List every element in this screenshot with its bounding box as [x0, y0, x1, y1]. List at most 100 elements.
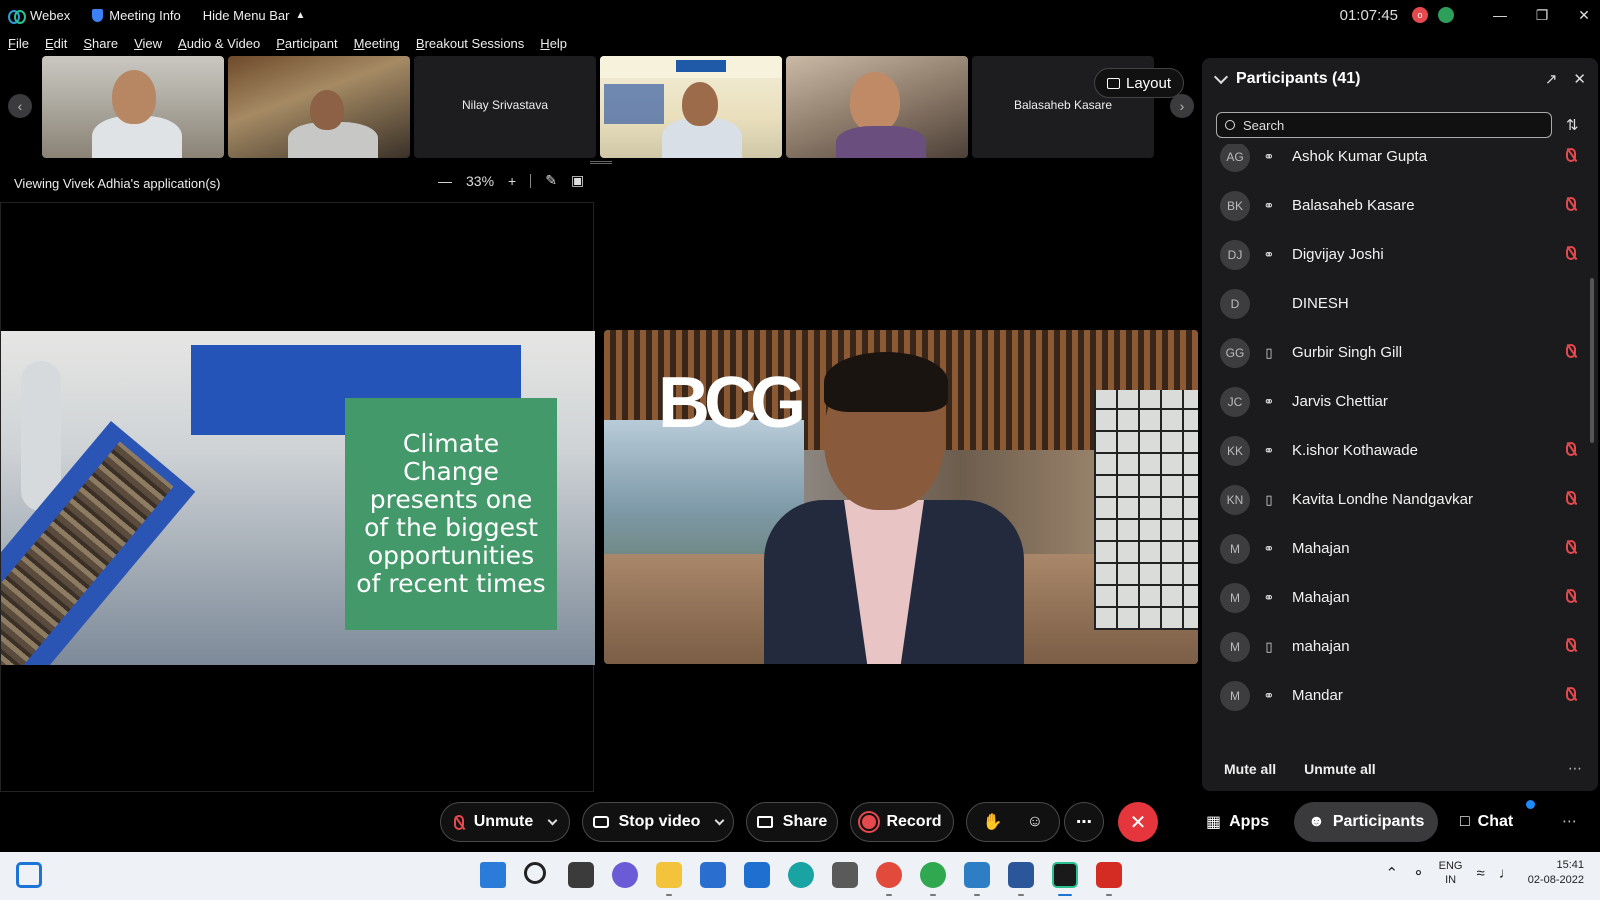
menu-participant[interactable]: Participant	[276, 36, 337, 51]
menu-meeting[interactable]: Meeting	[354, 36, 400, 51]
participant-row[interactable]: M ⚭ Mahajan	[1220, 573, 1580, 622]
word-icon[interactable]	[1008, 862, 1034, 888]
unmute-all-button[interactable]: Unmute all	[1304, 761, 1376, 777]
participant-row[interactable]: DJ ⚭ Digvijay Joshi	[1220, 230, 1580, 279]
teams-chat-icon[interactable]	[612, 862, 638, 888]
raise-hand-icon[interactable]: ✋	[983, 812, 1003, 832]
mic-muted-tray-icon[interactable]: ⚬	[1412, 864, 1425, 882]
participant-row[interactable]: KK ⚭ K.ishor Kothawade	[1220, 426, 1580, 475]
mute-all-button[interactable]: Mute all	[1224, 761, 1276, 777]
acrobat-icon[interactable]	[1096, 862, 1122, 888]
mic-muted-icon[interactable]	[1566, 687, 1576, 701]
share-view-icon[interactable]: ▣	[571, 172, 584, 189]
participant-thumbnail[interactable]	[42, 56, 224, 158]
menu-edit[interactable]: Edit	[45, 36, 67, 51]
unmute-button[interactable]: Unmute	[440, 802, 570, 842]
file-explorer-icon[interactable]	[656, 862, 682, 888]
system-clock[interactable]: 15:41 02-08-2022	[1528, 858, 1584, 888]
strip-prev-button[interactable]: ‹	[8, 94, 32, 118]
webex-app[interactable]: Webex	[8, 8, 70, 24]
more-panels-icon[interactable]: ⋯	[1562, 812, 1577, 830]
participant-row[interactable]: M ▯ mahajan	[1220, 622, 1580, 671]
menu-help[interactable]: Help	[540, 36, 567, 51]
webex-taskbar-icon[interactable]	[1052, 862, 1078, 888]
paint-icon[interactable]	[876, 862, 902, 888]
close-window-button[interactable]: ✕	[1568, 0, 1600, 30]
wifi-icon[interactable]: ≈	[1476, 865, 1484, 882]
participant-thumbnail[interactable]	[786, 56, 968, 158]
menu-file[interactable]: File	[8, 36, 29, 51]
sort-icon[interactable]: ⇅	[1566, 116, 1579, 134]
camera-app-icon[interactable]	[832, 862, 858, 888]
mic-muted-icon[interactable]	[1566, 148, 1576, 162]
apps-button[interactable]: ▦ Apps	[1192, 802, 1283, 842]
stop-video-button[interactable]: Stop video	[582, 802, 734, 842]
participant-search-input[interactable]: Search	[1216, 112, 1552, 138]
menu-audio-video[interactable]: Audio & Video	[178, 36, 260, 51]
active-speaker-video[interactable]: BCG	[604, 330, 1198, 664]
mic-muted-icon[interactable]	[1566, 589, 1576, 603]
more-options-button[interactable]: ⋯	[1064, 802, 1104, 842]
restore-button[interactable]: ❐	[1526, 0, 1558, 30]
participant-row[interactable]: AG ⚭ Ashok Kumar Gupta	[1220, 144, 1580, 181]
menu-breakout-sessions[interactable]: Breakout Sessions	[416, 36, 524, 51]
mic-muted-icon[interactable]	[1566, 197, 1576, 211]
mic-muted-icon[interactable]	[1566, 638, 1576, 652]
chevron-up-icon[interactable]: ⌃	[1385, 864, 1398, 882]
participant-row[interactable]: BK ⚭ Balasaheb Kasare	[1220, 181, 1580, 230]
chevron-down-icon[interactable]	[714, 815, 725, 825]
layout-button[interactable]: Layout	[1094, 68, 1185, 98]
volume-icon[interactable]: ♩	[1499, 865, 1514, 882]
widgets-icon[interactable]	[16, 862, 42, 888]
store-icon[interactable]	[700, 862, 726, 888]
menu-view[interactable]: View	[134, 36, 162, 51]
menu-share[interactable]: Share	[83, 36, 118, 51]
chevron-down-icon[interactable]	[547, 815, 558, 825]
edge-browser-icon[interactable]	[788, 862, 814, 888]
shared-content-panel[interactable]: Climate Change presents one of the bigge…	[0, 202, 595, 792]
network-status-icon[interactable]	[1438, 7, 1454, 23]
strip-next-button[interactable]: ›	[1170, 94, 1194, 118]
hide-menu-bar-button[interactable]: Hide Menu Bar ▲	[203, 8, 306, 23]
windows-start-icon[interactable]	[480, 862, 506, 888]
chrome-icon[interactable]	[920, 862, 946, 888]
pop-out-icon[interactable]: ↗	[1545, 70, 1558, 88]
participant-row[interactable]: JC ⚭ Jarvis Chettiar	[1220, 377, 1580, 426]
more-options-icon[interactable]: ⋯	[1568, 760, 1582, 777]
end-meeting-button[interactable]: ✕	[1118, 802, 1158, 842]
mic-muted-icon[interactable]	[1566, 344, 1576, 358]
participant-thumbnail[interactable]: Nilay Srivastava	[414, 56, 596, 158]
mail-icon[interactable]	[744, 862, 770, 888]
participant-row[interactable]: KN ▯ Kavita Londhe Nandgavkar	[1220, 475, 1580, 524]
participants-button[interactable]: ☻ Participants	[1294, 802, 1439, 842]
share-button[interactable]: Share	[746, 802, 838, 842]
reactions-icon[interactable]: ☺	[1027, 813, 1043, 831]
strip-resize-handle[interactable]	[590, 161, 612, 164]
record-button[interactable]: Record	[850, 802, 954, 842]
zoom-in-button[interactable]: +	[508, 173, 516, 189]
scrollbar-thumb[interactable]	[1590, 278, 1594, 443]
mic-muted-icon[interactable]	[1566, 246, 1576, 260]
participant-row[interactable]: M ⚭ Mahajan	[1220, 524, 1580, 573]
recording-indicator-icon[interactable]: o	[1412, 7, 1428, 23]
meeting-info-button[interactable]: Meeting Info	[92, 8, 181, 23]
close-panel-icon[interactable]: ✕	[1573, 70, 1586, 88]
participant-thumbnail[interactable]	[228, 56, 410, 158]
participant-scrollbar[interactable]	[1590, 148, 1594, 738]
task-view-icon[interactable]	[568, 862, 594, 888]
mic-muted-icon[interactable]	[1566, 442, 1576, 456]
participant-row[interactable]: GG ▯ Gurbir Singh Gill	[1220, 328, 1580, 377]
mic-muted-icon[interactable]	[1566, 491, 1576, 505]
search-icon[interactable]	[524, 862, 546, 884]
participant-row[interactable]: D DINESH	[1220, 279, 1580, 328]
photos-icon[interactable]	[964, 862, 990, 888]
language-indicator[interactable]: ENG IN	[1439, 859, 1463, 887]
participants-header[interactable]: Participants (41)	[1213, 69, 1360, 88]
mic-muted-icon[interactable]	[1566, 540, 1576, 554]
annotate-icon[interactable]: ✎	[545, 172, 557, 189]
participant-thumbnail[interactable]	[600, 56, 782, 158]
minimize-button[interactable]: —	[1484, 0, 1516, 30]
chat-button[interactable]: □ Chat	[1446, 802, 1527, 842]
participant-row[interactable]: M ⚭ Mandar	[1220, 671, 1580, 720]
zoom-out-button[interactable]: —	[438, 173, 452, 189]
